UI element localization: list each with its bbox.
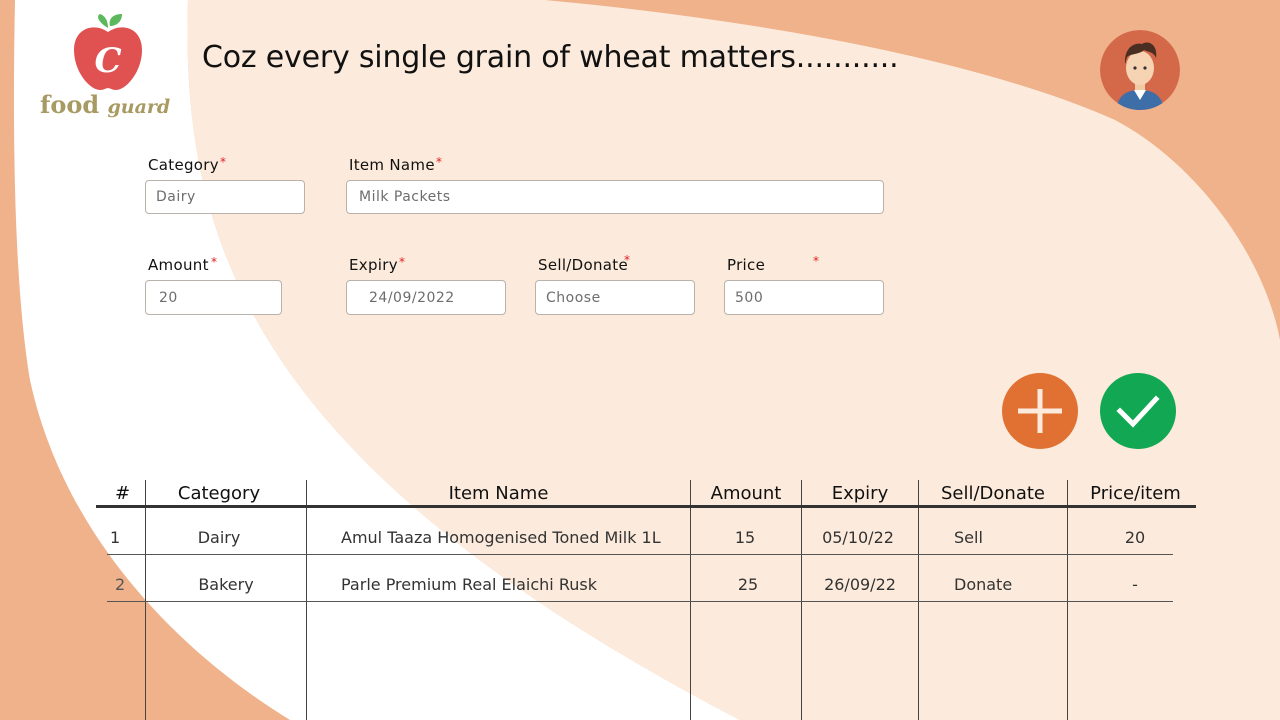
price-label: Price	[727, 256, 766, 274]
table-column-divider	[918, 480, 919, 720]
row-price: 20	[1124, 528, 1146, 547]
logo-letter: C	[94, 41, 121, 81]
food-guard-logo[interactable]: C food guard	[38, 12, 178, 122]
plus-icon	[1018, 389, 1062, 433]
user-avatar-icon	[1100, 30, 1180, 110]
table-header-expiry: Expiry	[831, 483, 889, 504]
amount-label: Amount	[148, 256, 209, 274]
amount-input[interactable]	[145, 280, 282, 315]
table-header-price-item: Price/item	[1090, 483, 1181, 504]
row-item-name: Amul Taaza Homogenised Toned Milk 1L	[341, 528, 661, 547]
row-category: Dairy	[197, 528, 241, 547]
table-header-category: Category	[177, 483, 261, 504]
row-index: 1	[110, 528, 121, 547]
item-name-input[interactable]	[346, 180, 884, 214]
category-label: Category	[148, 156, 219, 174]
confirm-button[interactable]	[1100, 373, 1176, 449]
check-icon	[1116, 395, 1160, 428]
table-column-divider	[801, 480, 802, 720]
amount-required-mark: *	[211, 255, 217, 269]
sell-donate-required-mark: *	[624, 253, 630, 267]
price-required-mark: *	[813, 254, 819, 268]
add-item-button[interactable]	[1002, 373, 1078, 449]
item-name-required-mark: *	[436, 155, 442, 169]
table-header-rule	[96, 505, 1196, 508]
table-column-divider	[306, 480, 307, 720]
sell-donate-label: Sell/Donate	[538, 256, 628, 274]
row-index: 2	[115, 575, 126, 594]
table-header-sell-donate: Sell/Donate	[940, 483, 1045, 504]
expiry-required-mark: *	[399, 255, 405, 269]
item-name-label: Item Name	[349, 156, 435, 174]
row-amount: 25	[737, 575, 759, 594]
row-price: -	[1132, 575, 1138, 594]
row-divider	[107, 554, 1173, 555]
price-input[interactable]	[724, 280, 884, 315]
expiry-input[interactable]	[346, 280, 506, 315]
table-header-item-name: Item Name	[448, 483, 549, 504]
table-column-divider	[145, 480, 146, 720]
row-item-name: Parle Premium Real Elaichi Rusk	[341, 575, 597, 594]
page-tagline: Coz every single grain of wheat matters.…	[202, 40, 899, 75]
row-category: Bakery	[198, 575, 254, 594]
category-required-mark: *	[220, 155, 226, 169]
table-column-divider	[690, 480, 691, 720]
row-sell-donate: Donate	[954, 575, 1013, 594]
row-sell-donate: Sell	[954, 528, 983, 547]
brand-name: food guard	[40, 90, 171, 119]
row-amount: 15	[734, 528, 756, 547]
row-expiry: 26/09/22	[824, 575, 896, 594]
user-avatar[interactable]	[1100, 30, 1180, 110]
sell-donate-select[interactable]	[535, 280, 695, 315]
row-expiry: 05/10/22	[822, 528, 894, 547]
table-column-divider	[1067, 480, 1068, 720]
page-background	[0, 0, 1280, 720]
table-header-amount: Amount	[710, 483, 782, 504]
table-header-index: #	[114, 483, 131, 504]
expiry-label: Expiry	[349, 256, 398, 274]
row-divider	[107, 601, 1173, 602]
apple-icon: C	[74, 14, 142, 90]
category-input[interactable]	[145, 180, 305, 214]
